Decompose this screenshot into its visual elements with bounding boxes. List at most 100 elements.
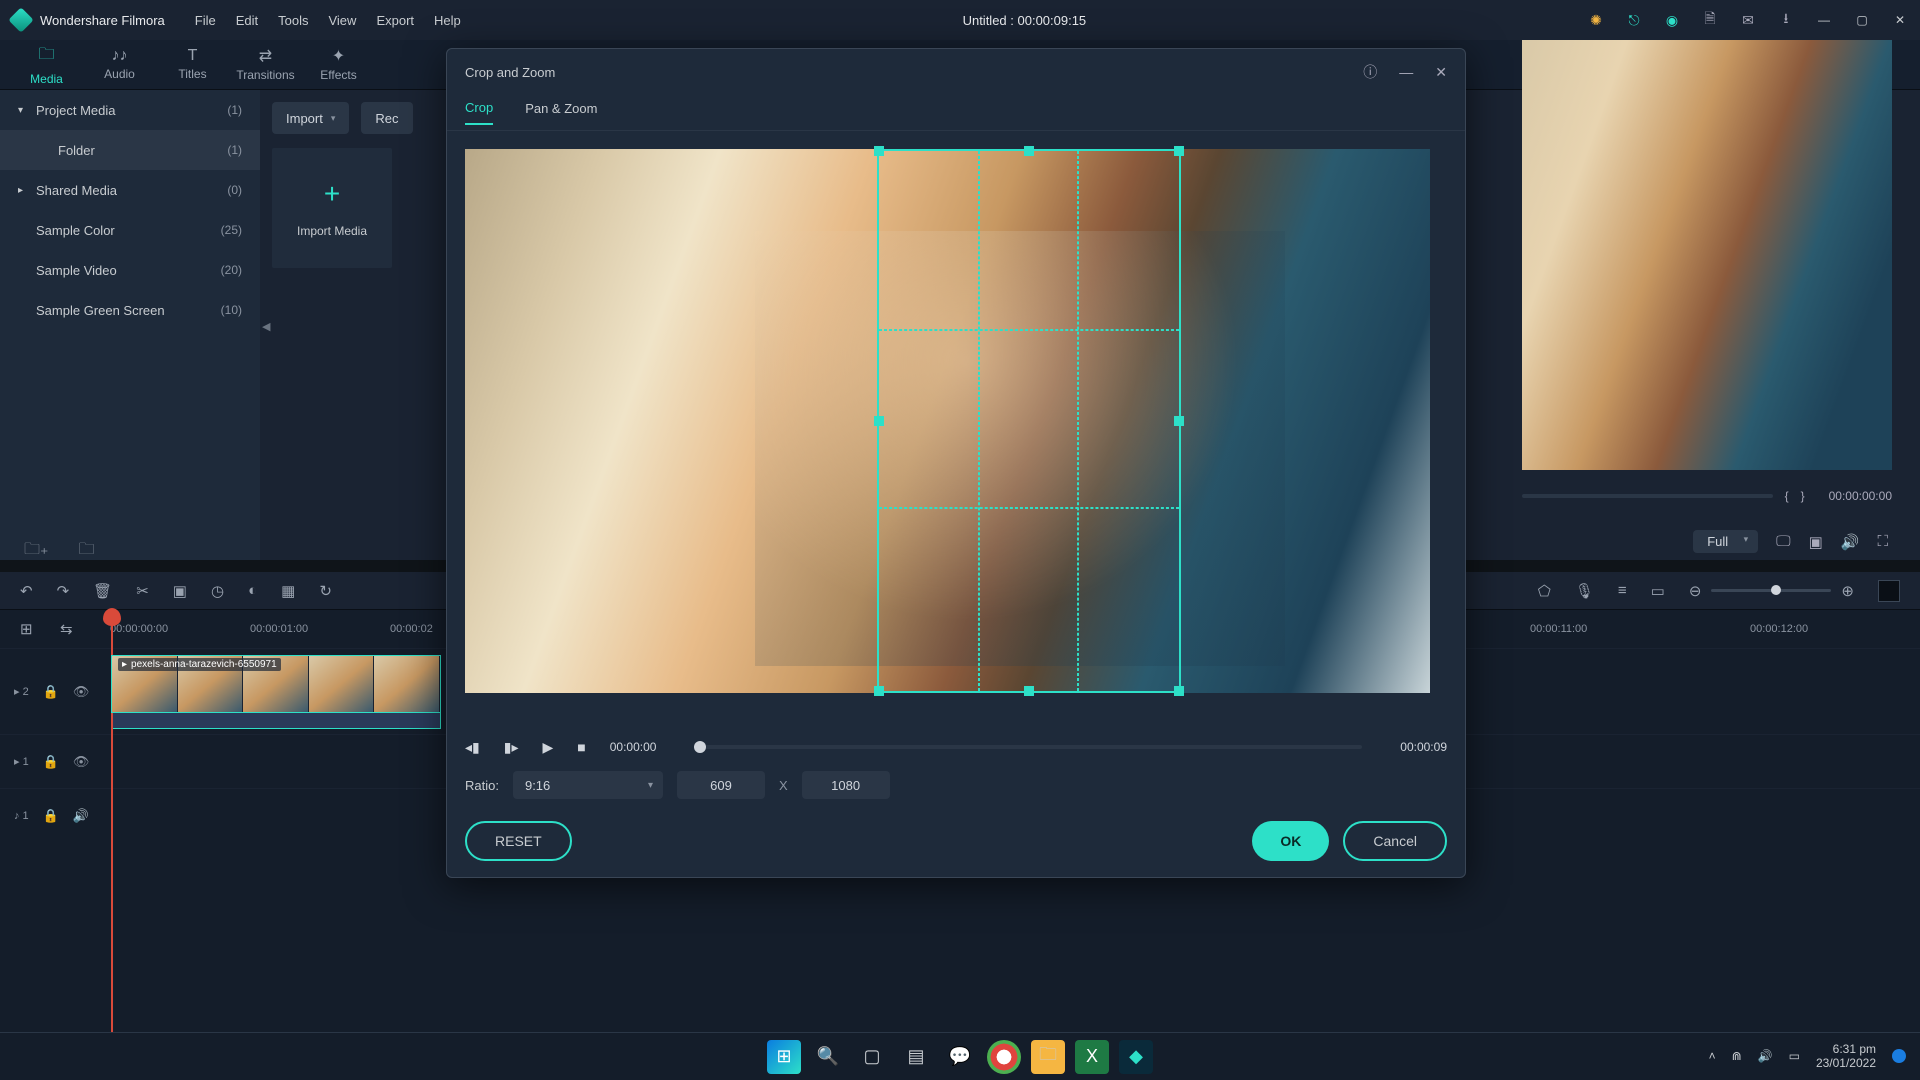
crop-icon[interactable]: ▣: [173, 582, 187, 600]
dialog-close-icon[interactable]: ✕: [1435, 64, 1447, 81]
menu-tools[interactable]: Tools: [278, 13, 308, 28]
window-maximize-icon[interactable]: ▢: [1854, 12, 1870, 28]
tab-effects[interactable]: ✦Effects: [302, 39, 375, 89]
sidebar-item-sample-green[interactable]: Sample Green Screen(10): [0, 290, 260, 330]
chrome-icon[interactable]: [987, 1040, 1021, 1074]
crop-handle[interactable]: [874, 146, 884, 156]
idea-icon[interactable]: ✺: [1588, 12, 1604, 28]
save-icon[interactable]: 🗎: [1702, 12, 1718, 28]
wifi-icon[interactable]: ⋒: [1732, 1049, 1742, 1063]
crop-width-input[interactable]: 609: [677, 771, 765, 799]
lock-icon[interactable]: 🔒: [43, 808, 59, 824]
play-icon[interactable]: ▶: [542, 739, 553, 756]
lock-icon[interactable]: 🔒: [43, 684, 59, 700]
split-icon[interactable]: ✂: [136, 582, 149, 600]
volume-icon[interactable]: 🔊: [1841, 533, 1860, 551]
delete-icon[interactable]: 🗑: [93, 582, 112, 600]
fullscreen-icon[interactable]: ⛶: [1877, 533, 1888, 550]
folder-icon[interactable]: 🗀: [78, 538, 94, 565]
reset-button[interactable]: RESET: [465, 821, 572, 861]
tab-titles[interactable]: TTitles: [156, 39, 229, 89]
sidebar-item-folder[interactable]: Folder(1): [0, 130, 260, 170]
explorer-icon[interactable]: 🗀: [1031, 1040, 1065, 1074]
tab-media[interactable]: 🗀Media: [10, 39, 83, 89]
redo-icon[interactable]: ↷: [57, 582, 70, 600]
import-media-tile[interactable]: + Import Media: [272, 148, 392, 268]
crop-handle[interactable]: [1024, 686, 1034, 696]
undo-icon[interactable]: ↶: [20, 582, 33, 600]
tab-pan-zoom[interactable]: Pan & Zoom: [525, 101, 597, 124]
clip-audio[interactable]: [111, 713, 441, 729]
cancel-button[interactable]: Cancel: [1343, 821, 1447, 861]
crop-handle[interactable]: [1174, 416, 1184, 426]
battery-icon[interactable]: ▭: [1789, 1049, 1800, 1063]
timeline-minimap[interactable]: [1878, 580, 1900, 602]
preview-scrub-track[interactable]: [1522, 494, 1773, 498]
menu-edit[interactable]: Edit: [236, 13, 258, 28]
track-view-icon[interactable]: ▭: [1651, 582, 1665, 600]
taskbar-clock[interactable]: 6:31 pm 23/01/2022: [1816, 1042, 1876, 1071]
tray-chevron-icon[interactable]: ˄: [1709, 1049, 1716, 1063]
crop-handle[interactable]: [1024, 146, 1034, 156]
mark-in-icon[interactable]: {: [1785, 489, 1789, 503]
tab-audio[interactable]: ♪♪Audio: [83, 39, 156, 89]
play-slider[interactable]: [694, 745, 1362, 749]
crop-handle[interactable]: [1174, 146, 1184, 156]
snapshot-icon[interactable]: ▣: [1809, 533, 1823, 551]
new-folder-icon[interactable]: 🗀₊: [24, 538, 48, 565]
sidebar-collapse-icon[interactable]: ◀: [262, 320, 270, 333]
search-icon[interactable]: 🔍: [811, 1040, 845, 1074]
crop-handle[interactable]: [1174, 686, 1184, 696]
window-close-icon[interactable]: ✕: [1892, 12, 1908, 28]
zoom-out-icon[interactable]: ⊖: [1689, 582, 1702, 600]
link-icon[interactable]: ⇆: [60, 620, 73, 638]
menu-view[interactable]: View: [328, 13, 356, 28]
widgets-icon[interactable]: ▤: [899, 1040, 933, 1074]
next-frame-icon[interactable]: ▮▸: [504, 739, 519, 756]
window-minimize-icon[interactable]: —: [1816, 12, 1832, 28]
dialog-minimize-icon[interactable]: —: [1399, 64, 1413, 80]
render-icon[interactable]: ↻: [319, 582, 332, 600]
crop-height-input[interactable]: 1080: [802, 771, 890, 799]
download-icon[interactable]: ⭳: [1778, 12, 1794, 28]
color-icon[interactable]: ◐: [248, 582, 257, 599]
crop-frame[interactable]: [465, 149, 1430, 693]
tab-crop[interactable]: Crop: [465, 100, 493, 125]
ratio-select[interactable]: 9:16: [513, 771, 663, 799]
sidebar-item-sample-video[interactable]: Sample Video(20): [0, 250, 260, 290]
menu-file[interactable]: File: [195, 13, 216, 28]
lock-icon[interactable]: 🔒: [43, 754, 59, 770]
import-button[interactable]: Import▾: [272, 102, 349, 134]
crop-handle[interactable]: [874, 686, 884, 696]
tab-transitions[interactable]: ⇄Transitions: [229, 39, 302, 89]
start-button[interactable]: ⊞: [767, 1040, 801, 1074]
task-view-icon[interactable]: ▢: [855, 1040, 889, 1074]
filmora-taskbar-icon[interactable]: ◆: [1119, 1040, 1153, 1074]
prev-frame-icon[interactable]: ◂▮: [465, 739, 480, 756]
mixer-icon[interactable]: ≡: [1618, 582, 1627, 599]
marker-icon[interactable]: ⬠: [1538, 582, 1551, 600]
preview-viewport[interactable]: [1522, 40, 1892, 470]
excel-icon[interactable]: X: [1075, 1040, 1109, 1074]
speed-icon[interactable]: ◷: [211, 582, 224, 600]
crop-handle[interactable]: [874, 416, 884, 426]
stop-icon[interactable]: ■: [577, 739, 585, 755]
mark-out-icon[interactable]: }: [1801, 489, 1805, 503]
eye-icon[interactable]: 👁: [73, 684, 90, 700]
zoom-slider[interactable]: [1711, 589, 1831, 592]
message-icon[interactable]: ✉: [1740, 12, 1756, 28]
display-icon[interactable]: 🖵: [1776, 533, 1790, 550]
voiceover-icon[interactable]: 🎙: [1575, 582, 1594, 600]
chat-icon[interactable]: 💬: [943, 1040, 977, 1074]
preview-quality-select[interactable]: Full: [1693, 530, 1758, 553]
timeline-clip[interactable]: ▸pexels-anna-tarazevich-6550971: [111, 655, 441, 713]
tray-volume-icon[interactable]: 🔊: [1758, 1049, 1773, 1063]
account-icon[interactable]: ◉: [1664, 12, 1680, 28]
sidebar-item-sample-color[interactable]: Sample Color(25): [0, 210, 260, 250]
speaker-icon[interactable]: 🔊: [73, 808, 89, 824]
sidebar-item-project-media[interactable]: ▾Project Media(1): [0, 90, 260, 130]
green-screen-icon[interactable]: ▦: [281, 582, 295, 600]
eye-icon[interactable]: 👁: [73, 754, 90, 770]
menu-export[interactable]: Export: [376, 13, 414, 28]
ok-button[interactable]: OK: [1252, 821, 1329, 861]
